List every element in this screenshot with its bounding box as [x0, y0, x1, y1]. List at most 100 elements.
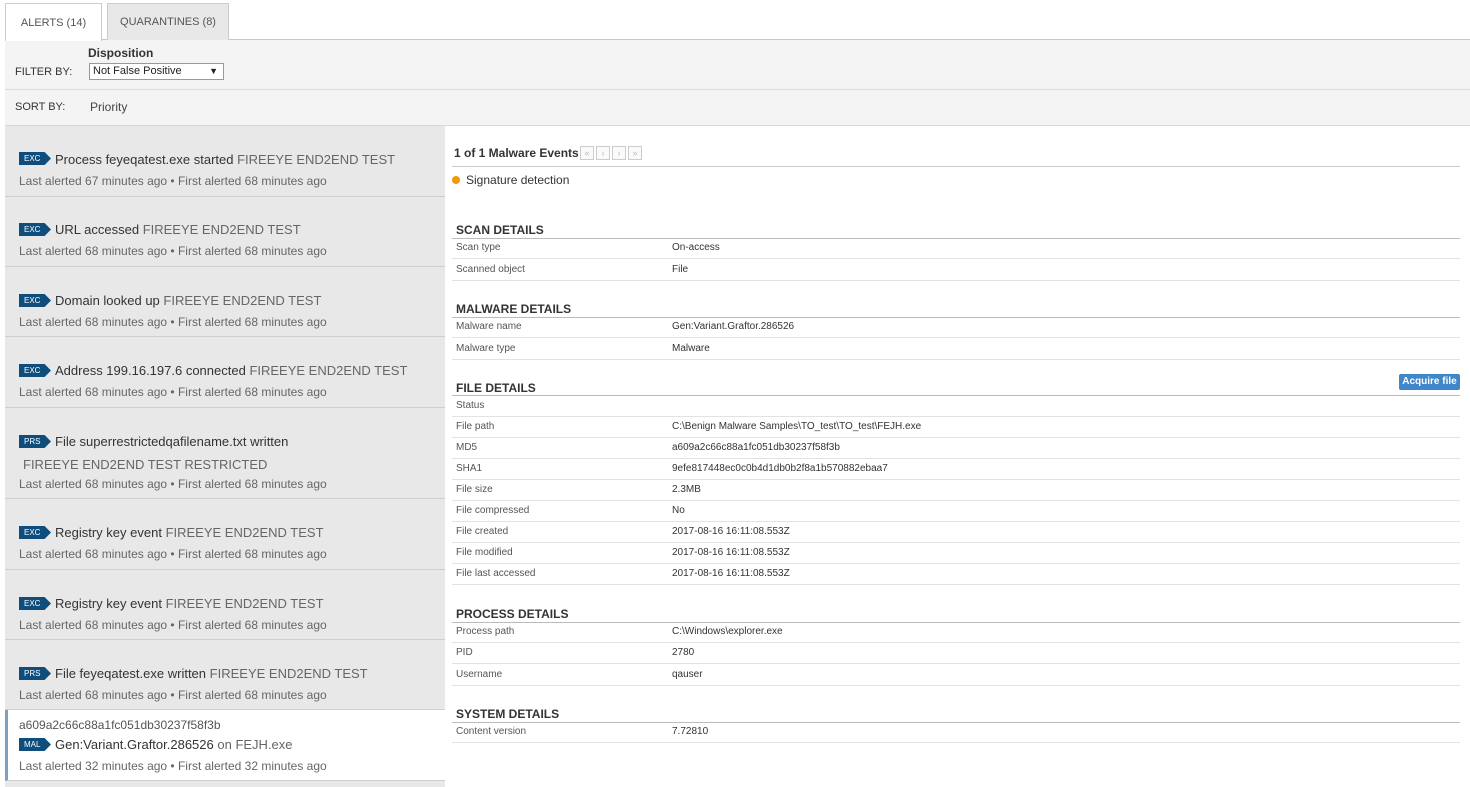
detail-value: No	[672, 505, 685, 516]
alert-item[interactable]: EXC Registry key event FIREEYE END2END T…	[5, 499, 445, 570]
detail-value: File	[672, 264, 689, 275]
tab-quarantines[interactable]: QUARANTINES (8)	[107, 3, 229, 40]
alert-meta: Last alerted 68 minutes ago • First aler…	[19, 385, 327, 399]
detail-key: File last accessed	[456, 568, 536, 579]
detail-value: 2.3MB	[672, 484, 701, 495]
alert-item[interactable]: EXC Registry key event FIREEYE END2END T…	[5, 570, 445, 640]
detection-label: Signature detection	[466, 173, 570, 187]
detail-value: qauser	[672, 669, 703, 680]
detail-value: 2017-08-16 16:11:08.553Z	[672, 526, 790, 537]
alert-title: Process feyeqatest.exe started FIREEYE E…	[55, 152, 396, 167]
alert-item[interactable]: EXC Process feyeqatest.exe started FIREE…	[5, 126, 445, 197]
detail-value: 9efe817448ec0c0b4d1db0b2f8a1b570882ebaa7	[672, 463, 888, 474]
detail-row: SHA1 9efe817448ec0c0b4d1db0b2f8a1b570882…	[452, 459, 1460, 480]
alert-host: FIREEYE END2END TEST	[209, 666, 368, 681]
prev-page-icon[interactable]: ‹	[596, 146, 610, 160]
alert-host: FIREEYE END2END TEST	[249, 363, 408, 378]
detail-value: Malware	[672, 343, 710, 354]
detail-row: MD5 a609a2c66c88a1fc051db30237f58f3b	[452, 438, 1460, 459]
detail-row: File path C:\Benign Malware Samples\TO_t…	[452, 417, 1460, 438]
alert-title: URL accessed FIREEYE END2END TEST	[55, 222, 301, 237]
alert-type-badge: EXC	[19, 223, 51, 236]
alert-meta: Last alerted 68 minutes ago • First aler…	[19, 688, 327, 702]
alert-type-badge: EXC	[19, 364, 51, 377]
alert-type-badge: EXC	[19, 526, 51, 539]
alert-host: FIREEYE END2END TEST	[165, 525, 324, 540]
alert-host: FIREEYE END2END TEST	[165, 596, 324, 611]
tab-bar: ALERTS (14) QUARANTINES (8)	[5, 0, 1470, 41]
sort-select[interactable]: Priority	[90, 100, 127, 114]
detail-row: Scan type On-access	[452, 238, 1460, 259]
detail-value: 2017-08-16 16:11:08.553Z	[672, 568, 790, 579]
alert-meta: Last alerted 67 minutes ago • First aler…	[19, 174, 327, 188]
acquire-file-button[interactable]: Acquire file	[1399, 374, 1460, 390]
detection-type: Signature detection	[452, 173, 569, 187]
events-header: 1 of 1 Malware Events	[454, 146, 579, 160]
detail-row: Status	[452, 396, 1460, 417]
alert-item-selected[interactable]: a609a2c66c88a1fc051db30237f58f3b MAL Gen…	[5, 710, 445, 781]
detail-row: Malware type Malware	[452, 339, 1460, 360]
alert-title: Address 199.16.197.6 connected FIREEYE E…	[55, 363, 408, 378]
disposition-select[interactable]: Not False Positive ▼	[89, 63, 224, 80]
detail-row: File size 2.3MB	[452, 480, 1460, 501]
detail-row: File created 2017-08-16 16:11:08.553Z	[452, 522, 1460, 543]
alert-meta: Last alerted 68 minutes ago • First aler…	[19, 244, 327, 258]
alert-title: Gen:Variant.Graftor.286526 on FEJH.exe	[55, 737, 293, 752]
detail-key: Status	[456, 400, 485, 411]
divider	[452, 166, 1460, 167]
filter-title: Disposition	[88, 46, 154, 60]
detail-row: Content version 7.72810	[452, 722, 1460, 743]
detail-row: File compressed No	[452, 501, 1460, 522]
alert-host: FIREEYE END2END TEST RESTRICTED	[23, 457, 268, 472]
alert-host: FIREEYE END2END TEST	[142, 222, 301, 237]
detail-value: C:\Windows\explorer.exe	[672, 626, 783, 637]
alert-type-badge: EXC	[19, 152, 51, 165]
alert-type-badge: EXC	[19, 597, 51, 610]
file-details-title: FILE DETAILS	[456, 381, 536, 395]
detail-value: On-access	[672, 242, 720, 253]
tab-alerts[interactable]: ALERTS (14)	[5, 3, 102, 41]
alert-type-badge: PRS	[19, 667, 51, 680]
alert-item[interactable]: EXC Domain looked up FIREEYE END2END TES…	[5, 267, 445, 337]
detail-value: 2780	[672, 647, 695, 658]
alert-meta: Last alerted 68 minutes ago • First aler…	[19, 477, 327, 491]
detail-key: File path	[456, 421, 495, 432]
alert-title: Domain looked up FIREEYE END2END TEST	[55, 293, 322, 308]
divider	[5, 89, 1470, 90]
detail-key: File compressed	[456, 505, 530, 516]
detail-key: Scanned object	[456, 264, 525, 275]
alert-title: File superrestrictedqafilename.txt writt…	[55, 434, 289, 449]
detail-row: Username qauser	[452, 665, 1460, 686]
malware-details-title: MALWARE DETAILS	[456, 302, 572, 316]
next-page-icon[interactable]: ›	[612, 146, 626, 160]
detail-row: File last accessed 2017-08-16 16:11:08.5…	[452, 564, 1460, 585]
detail-key: Malware name	[456, 321, 522, 332]
last-page-icon[interactable]: »	[628, 146, 642, 160]
detail-key: Scan type	[456, 242, 501, 253]
alert-item[interactable]: PRS File feyeqatest.exe written FIREEYE …	[5, 640, 445, 710]
detail-value: C:\Benign Malware Samples\TO_test\TO_tes…	[672, 421, 922, 432]
alert-host: FIREEYE END2END TEST	[163, 293, 322, 308]
detail-key: Malware type	[456, 343, 516, 354]
alert-hash: a609a2c66c88a1fc051db30237f58f3b	[19, 718, 221, 732]
process-details-title: PROCESS DETAILS	[456, 607, 569, 621]
first-page-icon[interactable]: «	[580, 146, 594, 160]
alert-item[interactable]: EXC Address 199.16.197.6 connected FIREE…	[5, 337, 445, 408]
alert-title: Registry key event FIREEYE END2END TEST	[55, 596, 324, 611]
detail-key: File size	[456, 484, 493, 495]
alert-list: EXC Process feyeqatest.exe started FIREE…	[5, 126, 445, 787]
detail-key: File created	[456, 526, 509, 537]
status-dot-icon	[452, 176, 460, 184]
alert-type-badge: EXC	[19, 294, 51, 307]
detail-key: Process path	[456, 626, 515, 637]
event-nav: « ‹ › »	[580, 146, 642, 160]
disposition-select-value: Not False Positive	[93, 65, 182, 77]
alert-item[interactable]: PRS File superrestrictedqafilename.txt w…	[5, 408, 445, 499]
detail-key: MD5	[456, 442, 478, 453]
alert-host: on FEJH.exe	[217, 737, 293, 752]
detail-row: PID 2780	[452, 643, 1460, 664]
alert-meta: Last alerted 68 minutes ago • First aler…	[19, 547, 327, 561]
dropdown-arrow-icon: ▼	[209, 66, 218, 76]
alert-host: FIREEYE END2END TEST	[237, 152, 396, 167]
alert-item[interactable]: EXC URL accessed FIREEYE END2END TEST La…	[5, 197, 445, 267]
